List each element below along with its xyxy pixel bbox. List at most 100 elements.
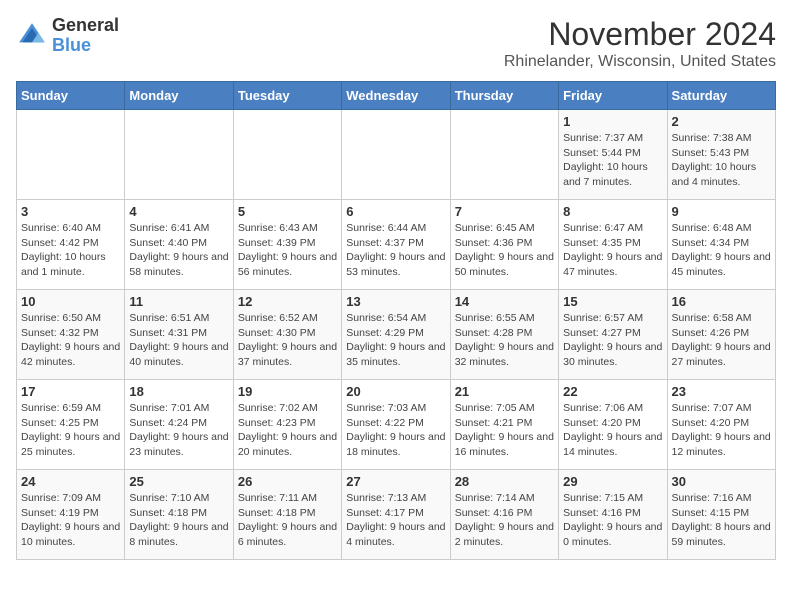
day-cell: 1 Sunrise: 7:37 AM Sunset: 5:44 PM Daylig… — [559, 110, 667, 200]
day-number: 26 — [238, 474, 337, 489]
day-cell: 28 Sunrise: 7:14 AM Sunset: 4:16 PM Dayli… — [450, 470, 558, 560]
day-cell — [450, 110, 558, 200]
month-title: November 2024 — [504, 16, 776, 53]
logo: General Blue — [16, 16, 119, 56]
day-number: 7 — [455, 204, 554, 219]
day-number: 10 — [21, 294, 120, 309]
day-cell: 20 Sunrise: 7:03 AM Sunset: 4:22 PM Dayli… — [342, 380, 450, 470]
col-header-sunday: Sunday — [17, 82, 125, 110]
day-number: 19 — [238, 384, 337, 399]
day-number: 27 — [346, 474, 445, 489]
day-cell: 19Sunrise: 7:02 AM Sunset: 4:23 PM Dayli… — [233, 380, 341, 470]
day-number: 25 — [129, 474, 228, 489]
day-info: Sunrise: 7:10 AM Sunset: 4:18 PM Dayligh… — [129, 491, 228, 550]
page-header: General Blue November 2024 Rhinelander, … — [16, 16, 776, 71]
day-cell: 2Sunrise: 7:38 AM Sunset: 5:43 PM Daylig… — [667, 110, 775, 200]
day-info: Sunrise: 7:15 AM Sunset: 4:16 PM Dayligh… — [563, 491, 662, 550]
col-header-monday: Monday — [125, 82, 233, 110]
day-info: Sunrise: 7:01 AM Sunset: 4:24 PM Dayligh… — [129, 401, 228, 460]
day-number: 14 — [455, 294, 554, 309]
day-cell: 29Sunrise: 7:15 AM Sunset: 4:16 PM Dayli… — [559, 470, 667, 560]
calendar-table: SundayMondayTuesdayWednesdayThursdayFrid… — [16, 81, 776, 560]
title-section: November 2024 Rhinelander, Wisconsin, Un… — [504, 16, 776, 71]
day-cell: 10 Sunrise: 6:50 AM Sunset: 4:32 PM Dayli… — [17, 290, 125, 380]
day-cell: 21Sunrise: 7:05 AM Sunset: 4:21 PM Dayli… — [450, 380, 558, 470]
day-cell: 12Sunrise: 6:52 AM Sunset: 4:30 PM Dayli… — [233, 290, 341, 380]
col-header-friday: Friday — [559, 82, 667, 110]
day-info: Sunrise: 6:54 AM Sunset: 4:29 PM Dayligh… — [346, 311, 445, 370]
day-info: Sunrise: 6:57 AM Sunset: 4:27 PM Dayligh… — [563, 311, 662, 370]
day-number: 28 — [455, 474, 554, 489]
day-number: 6 — [346, 204, 445, 219]
day-cell: 22 Sunrise: 7:06 AM Sunset: 4:20 PM Dayli… — [559, 380, 667, 470]
day-number: 5 — [238, 204, 337, 219]
day-cell — [125, 110, 233, 200]
logo-blue: Blue — [52, 36, 119, 56]
day-info: Sunrise: 7:37 AM Sunset: 5:44 PM Dayligh… — [563, 131, 662, 190]
day-info: Sunrise: 7:14 AM Sunset: 4:16 PM Dayligh… — [455, 491, 554, 550]
day-cell: 24 Sunrise: 7:09 AM Sunset: 4:19 PM Dayli… — [17, 470, 125, 560]
day-info: Sunrise: 7:16 AM Sunset: 4:15 PM Dayligh… — [672, 491, 771, 550]
day-cell: 6 Sunrise: 6:44 AM Sunset: 4:37 PM Daylig… — [342, 200, 450, 290]
week-row-5: 24 Sunrise: 7:09 AM Sunset: 4:19 PM Dayli… — [17, 470, 776, 560]
day-number: 20 — [346, 384, 445, 399]
day-info: Sunrise: 6:55 AM Sunset: 4:28 PM Dayligh… — [455, 311, 554, 370]
day-number: 16 — [672, 294, 771, 309]
day-number: 11 — [129, 294, 228, 309]
day-number: 13 — [346, 294, 445, 309]
day-number: 24 — [21, 474, 120, 489]
day-info: Sunrise: 7:07 AM Sunset: 4:20 PM Dayligh… — [672, 401, 771, 460]
day-number: 18 — [129, 384, 228, 399]
day-info: Sunrise: 6:40 AM Sunset: 4:42 PM Dayligh… — [21, 221, 120, 280]
day-cell: 4 Sunrise: 6:41 AM Sunset: 4:40 PM Daylig… — [125, 200, 233, 290]
day-cell: 23Sunrise: 7:07 AM Sunset: 4:20 PM Dayli… — [667, 380, 775, 470]
day-info: Sunrise: 6:58 AM Sunset: 4:26 PM Dayligh… — [672, 311, 771, 370]
day-info: Sunrise: 7:13 AM Sunset: 4:17 PM Dayligh… — [346, 491, 445, 550]
day-info: Sunrise: 7:03 AM Sunset: 4:22 PM Dayligh… — [346, 401, 445, 460]
day-cell: 8 Sunrise: 6:47 AM Sunset: 4:35 PM Daylig… — [559, 200, 667, 290]
day-info: Sunrise: 6:44 AM Sunset: 4:37 PM Dayligh… — [346, 221, 445, 280]
day-cell: 7 Sunrise: 6:45 AM Sunset: 4:36 PM Daylig… — [450, 200, 558, 290]
day-cell — [17, 110, 125, 200]
day-number: 4 — [129, 204, 228, 219]
day-cell: 30Sunrise: 7:16 AM Sunset: 4:15 PM Dayli… — [667, 470, 775, 560]
day-number: 8 — [563, 204, 662, 219]
day-cell: 27 Sunrise: 7:13 AM Sunset: 4:17 PM Dayli… — [342, 470, 450, 560]
day-info: Sunrise: 6:45 AM Sunset: 4:36 PM Dayligh… — [455, 221, 554, 280]
day-info: Sunrise: 7:09 AM Sunset: 4:19 PM Dayligh… — [21, 491, 120, 550]
day-info: Sunrise: 6:52 AM Sunset: 4:30 PM Dayligh… — [238, 311, 337, 370]
day-number: 17 — [21, 384, 120, 399]
logo-general: General — [52, 16, 119, 36]
day-cell — [342, 110, 450, 200]
logo-text: General Blue — [52, 16, 119, 56]
day-info: Sunrise: 6:59 AM Sunset: 4:25 PM Dayligh… — [21, 401, 120, 460]
day-info: Sunrise: 7:06 AM Sunset: 4:20 PM Dayligh… — [563, 401, 662, 460]
header-row: SundayMondayTuesdayWednesdayThursdayFrid… — [17, 82, 776, 110]
day-cell: 9Sunrise: 6:48 AM Sunset: 4:34 PM Daylig… — [667, 200, 775, 290]
day-number: 9 — [672, 204, 771, 219]
day-cell: 16 Sunrise: 6:58 AM Sunset: 4:26 PM Dayli… — [667, 290, 775, 380]
day-cell: 25 Sunrise: 7:10 AM Sunset: 4:18 PM Dayli… — [125, 470, 233, 560]
day-number: 1 — [563, 114, 662, 129]
col-header-saturday: Saturday — [667, 82, 775, 110]
day-info: Sunrise: 6:47 AM Sunset: 4:35 PM Dayligh… — [563, 221, 662, 280]
col-header-wednesday: Wednesday — [342, 82, 450, 110]
day-info: Sunrise: 7:11 AM Sunset: 4:18 PM Dayligh… — [238, 491, 337, 550]
day-number: 3 — [21, 204, 120, 219]
day-info: Sunrise: 6:50 AM Sunset: 4:32 PM Dayligh… — [21, 311, 120, 370]
day-cell: 3 Sunrise: 6:40 AM Sunset: 4:42 PM Daylig… — [17, 200, 125, 290]
day-info: Sunrise: 6:43 AM Sunset: 4:39 PM Dayligh… — [238, 221, 337, 280]
day-info: Sunrise: 6:41 AM Sunset: 4:40 PM Dayligh… — [129, 221, 228, 280]
location-subtitle: Rhinelander, Wisconsin, United States — [504, 53, 776, 71]
day-cell: 13 Sunrise: 6:54 AM Sunset: 4:29 PM Dayli… — [342, 290, 450, 380]
day-cell: 18 Sunrise: 7:01 AM Sunset: 4:24 PM Dayli… — [125, 380, 233, 470]
day-info: Sunrise: 6:51 AM Sunset: 4:31 PM Dayligh… — [129, 311, 228, 370]
day-cell: 26 Sunrise: 7:11 AM Sunset: 4:18 PM Dayli… — [233, 470, 341, 560]
day-info: Sunrise: 7:38 AM Sunset: 5:43 PM Dayligh… — [672, 131, 771, 190]
week-row-4: 17 Sunrise: 6:59 AM Sunset: 4:25 PM Dayli… — [17, 380, 776, 470]
day-cell: 17 Sunrise: 6:59 AM Sunset: 4:25 PM Dayli… — [17, 380, 125, 470]
day-cell: 5 Sunrise: 6:43 AM Sunset: 4:39 PM Daylig… — [233, 200, 341, 290]
day-number: 22 — [563, 384, 662, 399]
day-number: 15 — [563, 294, 662, 309]
day-cell: 14 Sunrise: 6:55 AM Sunset: 4:28 PM Dayli… — [450, 290, 558, 380]
